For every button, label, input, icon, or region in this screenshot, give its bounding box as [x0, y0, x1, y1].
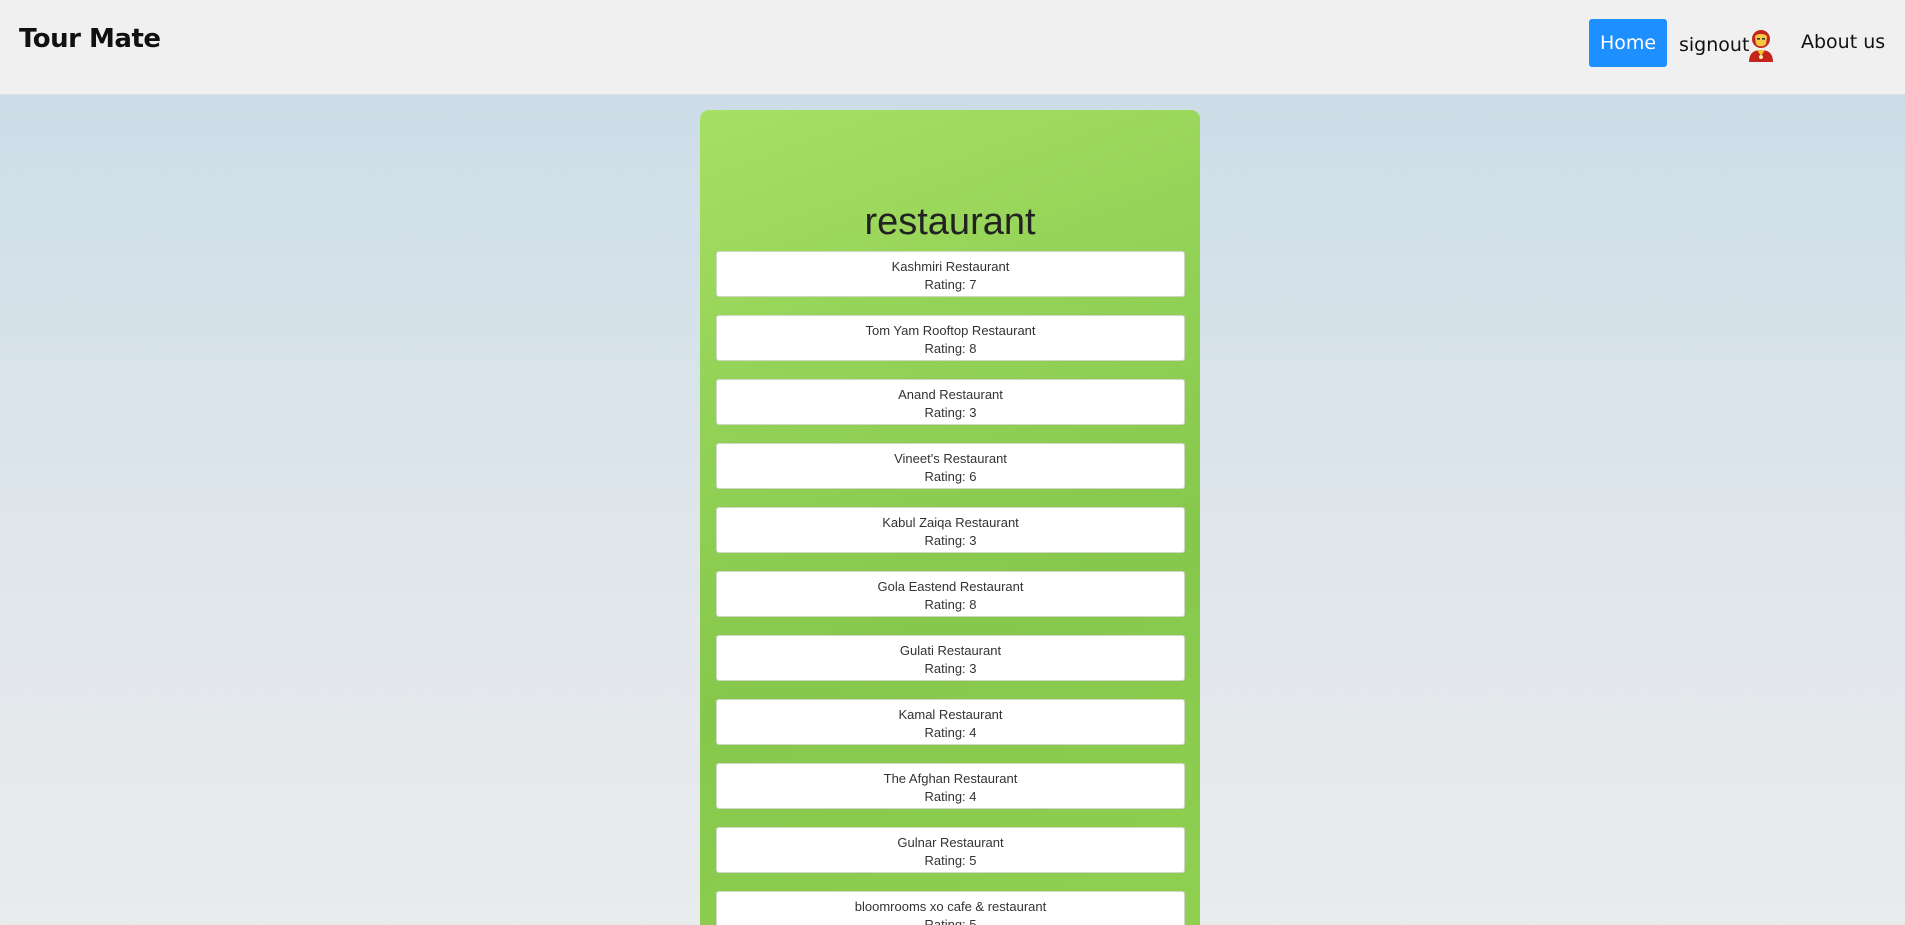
restaurant-card[interactable]: Kamal Restaurant Rating: 4 [716, 699, 1185, 745]
restaurant-name: Gulati Restaurant [899, 643, 1002, 658]
restaurant-card[interactable]: The Afghan Restaurant Rating: 4 [716, 763, 1185, 809]
panel-title: restaurant [864, 201, 1036, 243]
restaurant-name: Gulnar Restaurant [897, 835, 1004, 850]
restaurant-card[interactable]: Tom Yam Rooftop Restaurant Rating: 8 [716, 315, 1185, 361]
superhero-avatar-icon[interactable] [1745, 28, 1777, 62]
restaurant-name: Kabul Zaiqa Restaurant [882, 515, 1019, 530]
restaurant-name: Kamal Restaurant [898, 707, 1003, 722]
restaurant-card[interactable]: Kashmiri Restaurant Rating: 7 [716, 251, 1185, 297]
restaurant-card[interactable]: Gulati Restaurant Rating: 3 [716, 635, 1185, 681]
restaurant-name: Kashmiri Restaurant [891, 259, 1010, 274]
restaurant-card[interactable]: bloomrooms xo cafe & restaurant Rating: … [716, 891, 1185, 925]
restaurant-rating: Rating: 7 [924, 277, 977, 292]
restaurant-rating: Rating: 5 [924, 917, 977, 925]
restaurant-rating: Rating: 3 [924, 661, 977, 676]
restaurant-rating: Rating: 6 [924, 469, 977, 484]
restaurant-rating: Rating: 8 [924, 341, 977, 356]
restaurant-rating: Rating: 8 [924, 597, 977, 612]
nav-signout-link[interactable]: signout [1679, 31, 1749, 59]
restaurant-rating: Rating: 3 [924, 533, 977, 548]
avatar-graphic [1749, 30, 1773, 62]
nav-about-link[interactable]: About us [1801, 28, 1885, 56]
restaurant-name: The Afghan Restaurant [883, 771, 1018, 786]
restaurant-card[interactable]: Gulnar Restaurant Rating: 5 [716, 827, 1185, 873]
nav-home-button[interactable]: Home [1589, 19, 1667, 67]
top-navbar: Tour Mate Home signout About us [0, 0, 1905, 95]
restaurant-rating: Rating: 4 [924, 725, 977, 740]
restaurant-panel: restaurant Kashmiri Restaurant Rating: 7… [700, 110, 1200, 925]
restaurant-name: Vineet's Restaurant [894, 451, 1007, 466]
restaurant-rating: Rating: 5 [924, 853, 977, 868]
restaurant-name: bloomrooms xo cafe & restaurant [854, 899, 1047, 914]
restaurant-list: Kashmiri Restaurant Rating: 7 Tom Yam Ro… [716, 251, 1185, 925]
restaurant-rating: Rating: 3 [924, 405, 977, 420]
restaurant-card[interactable]: Anand Restaurant Rating: 3 [716, 379, 1185, 425]
restaurant-name: Gola Eastend Restaurant [877, 579, 1024, 594]
restaurant-name: Tom Yam Rooftop Restaurant [865, 323, 1036, 338]
restaurant-rating: Rating: 4 [924, 789, 977, 804]
restaurant-name: Anand Restaurant [898, 387, 1003, 402]
restaurant-card[interactable]: Vineet's Restaurant Rating: 6 [716, 443, 1185, 489]
brand-logo[interactable]: Tour Mate [19, 24, 161, 54]
restaurant-card[interactable]: Gola Eastend Restaurant Rating: 8 [716, 571, 1185, 617]
restaurant-card[interactable]: Kabul Zaiqa Restaurant Rating: 3 [716, 507, 1185, 553]
